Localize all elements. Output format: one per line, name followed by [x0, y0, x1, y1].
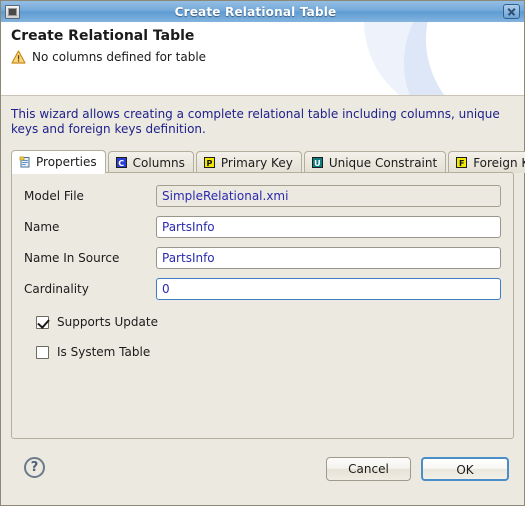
tab-label: Foreign Keys — [473, 155, 525, 170]
name-in-source-label: Name In Source — [24, 251, 120, 265]
tab-unique-constraint[interactable]: U Unique Constraint — [303, 151, 447, 173]
model-file-input — [156, 185, 501, 207]
columns-icon-letter: C — [115, 156, 127, 168]
field-row-name: Name — [24, 216, 501, 238]
tab-label: Properties — [36, 155, 97, 169]
cardinality-label: Cardinality — [24, 282, 89, 296]
foreign-keys-icon: F — [456, 156, 468, 169]
tab-properties[interactable]: Properties — [11, 150, 106, 173]
checkbox-row-supports-update[interactable]: Supports Update — [36, 313, 158, 331]
dialog-window: Create Relational Table Create Relationa… — [0, 0, 525, 506]
tab-foreign-keys[interactable]: F Foreign Keys — [448, 151, 525, 173]
tab-columns[interactable]: C Columns — [107, 151, 194, 173]
unique-constraint-icon: U — [311, 156, 324, 169]
title-bar: Create Relational Table — [1, 1, 524, 23]
name-input[interactable] — [156, 216, 501, 238]
field-row-name-in-source: Name In Source — [24, 247, 501, 269]
tab-label: Unique Constraint — [328, 155, 438, 170]
close-icon[interactable] — [503, 4, 520, 19]
dialog-header: Create Relational Table No columns defin… — [1, 22, 524, 96]
columns-icon: C — [115, 156, 128, 169]
header-decoration-2 — [426, 22, 524, 95]
cardinality-input[interactable] — [156, 278, 501, 300]
supports-update-checkbox[interactable] — [36, 315, 49, 329]
header-message: No columns defined for table — [32, 50, 207, 64]
properties-icon — [19, 156, 31, 168]
tab-label: Columns — [132, 155, 185, 170]
supports-update-label: Supports Update — [57, 315, 158, 329]
cancel-button[interactable]: Cancel — [326, 457, 411, 481]
wizard-description: This wizard allows creating a complete r… — [11, 107, 500, 136]
is-system-table-checkbox[interactable] — [36, 345, 49, 359]
header-message-row: No columns defined for table — [11, 50, 206, 64]
properties-form: Model File Name Name In Source Cardinali… — [12, 173, 513, 438]
name-in-source-input[interactable] — [156, 247, 501, 269]
foreign-keys-icon-letter: F — [456, 156, 468, 168]
window-title: Create Relational Table — [174, 4, 337, 19]
primary-key-icon-letter: P — [203, 156, 215, 168]
tab-primary-key[interactable]: P Primary Key — [195, 151, 302, 173]
model-file-label: Model File — [24, 189, 84, 203]
dialog-body: This wizard allows creating a complete r… — [1, 96, 525, 449]
page-title: Create Relational Table — [11, 28, 195, 44]
name-label: Name — [24, 220, 60, 234]
dialog-footer: ? Cancel OK — [1, 449, 524, 505]
properties-panel: Model File Name Name In Source Cardinali… — [11, 172, 514, 439]
unique-constraint-icon-letter: U — [311, 156, 323, 168]
warning-icon — [11, 50, 26, 64]
tab-label: Primary Key — [220, 155, 293, 170]
checkbox-row-is-system-table[interactable]: Is System Table — [36, 343, 150, 361]
is-system-table-label: Is System Table — [57, 345, 151, 359]
primary-key-icon: P — [203, 156, 216, 169]
ok-button[interactable]: OK — [421, 457, 509, 481]
help-icon[interactable]: ? — [24, 457, 45, 478]
field-row-cardinality: Cardinality — [24, 278, 501, 300]
tab-bar: Properties C Columns P Primary Key U Uni… — [11, 150, 525, 173]
field-row-model-file: Model File — [24, 185, 501, 207]
